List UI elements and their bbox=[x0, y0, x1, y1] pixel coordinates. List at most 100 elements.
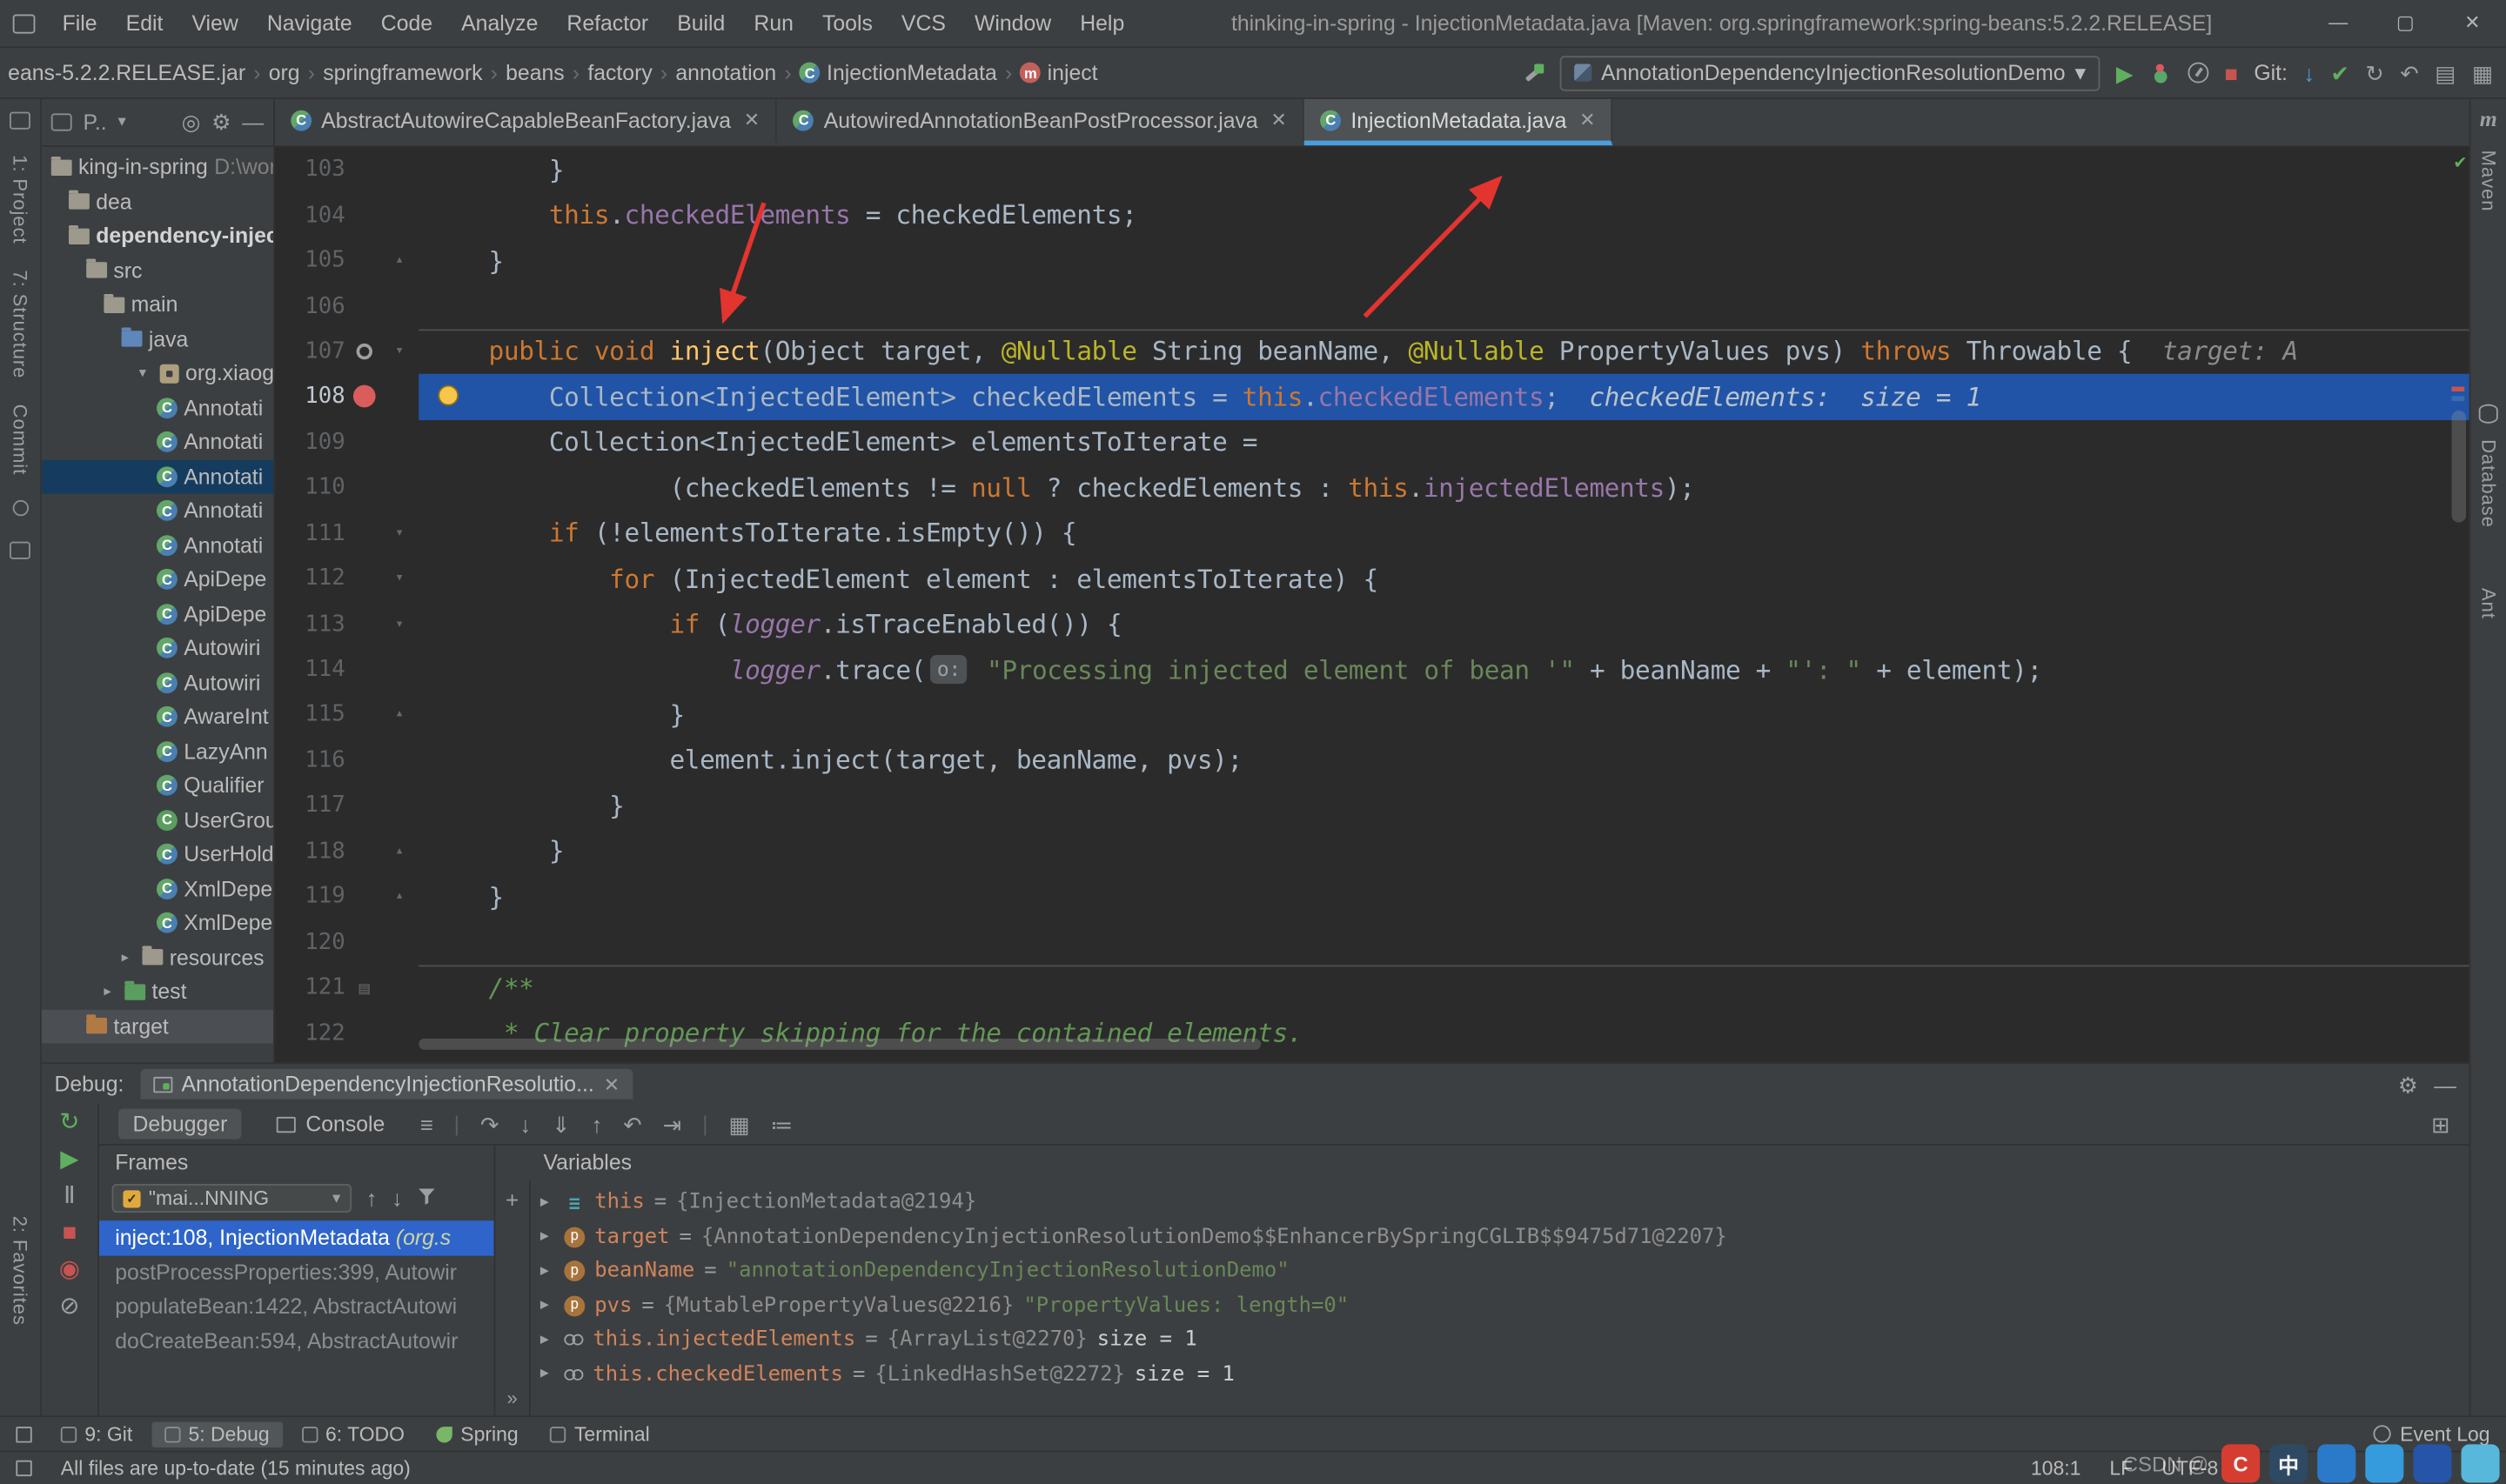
menu-item-view[interactable]: View bbox=[178, 0, 252, 46]
tree-item-king-in-spring[interactable]: king-in-spring D:\wor bbox=[42, 150, 273, 184]
toolwindow-button-ant[interactable]: Ant bbox=[2477, 588, 2500, 619]
close-icon[interactable]: ✕ bbox=[604, 1073, 620, 1095]
mute-breakpoints-icon[interactable]: ⊘ bbox=[59, 1294, 79, 1319]
locate-icon[interactable]: ◎ bbox=[182, 110, 201, 135]
toolwindow-button-5-debug[interactable]: 5: Debug bbox=[151, 1420, 283, 1447]
tree-item-dependency-injection[interactable]: dependency-injection bbox=[42, 219, 273, 253]
toolwindow-button-structure[interactable]: 7: Structure bbox=[9, 270, 31, 378]
gutter[interactable]: 114 bbox=[275, 647, 419, 692]
menu-item-window[interactable]: Window bbox=[960, 0, 1065, 46]
project-view-selector[interactable]: P.. bbox=[84, 110, 107, 135]
breadcrumb-item[interactable]: eans-5.2.2.RELEASE.jar bbox=[3, 61, 251, 85]
fold-down-icon[interactable]: ▾ bbox=[384, 571, 416, 586]
rollback-icon[interactable]: ↶ bbox=[2400, 62, 2419, 84]
caret-position[interactable]: 108:1 bbox=[2031, 1457, 2081, 1480]
menu-item-help[interactable]: Help bbox=[1066, 0, 1139, 46]
breadcrumb-item[interactable]: C InjectionMetadata bbox=[794, 61, 1002, 84]
chevron-down-icon[interactable]: ▾ bbox=[117, 113, 125, 130]
toolwindow-button-project[interactable]: 1: Project bbox=[9, 155, 31, 244]
gutter[interactable]: 104 bbox=[275, 192, 419, 237]
tree-item-apidepe[interactable]: C ApiDepe bbox=[42, 597, 273, 631]
menu-item-file[interactable]: File bbox=[48, 0, 111, 46]
tree-item-autowiri[interactable]: C Autowiri bbox=[42, 665, 273, 699]
gutter[interactable]: 112 ▾ bbox=[275, 556, 419, 601]
frame-up-icon[interactable]: ↑ bbox=[366, 1187, 378, 1210]
tree-item-lazyann[interactable]: C LazyAnn bbox=[42, 734, 273, 768]
tree-item-test[interactable]: ▸ test bbox=[42, 974, 273, 1008]
add-watch-icon[interactable]: + bbox=[506, 1187, 519, 1213]
gutter[interactable]: 111 ▾ bbox=[275, 511, 419, 556]
editor[interactable]: 103 } 104 this. checkedElements = checkedE… bbox=[275, 147, 2469, 1062]
step-over-icon[interactable]: ↷ bbox=[480, 1113, 499, 1135]
tree-item-annotati[interactable]: C Annotati bbox=[42, 425, 273, 459]
vscroll-thumb[interactable] bbox=[2451, 411, 2467, 523]
bookmark-icon[interactable] bbox=[11, 500, 29, 517]
layout-settings-icon[interactable]: ≔ bbox=[771, 1113, 794, 1135]
breakpoint-stripe-mark[interactable] bbox=[2451, 386, 2465, 391]
tree-item-main[interactable]: main bbox=[42, 288, 273, 322]
variable-row[interactable]: ▶ p beanName = "annotationDependencyInject… bbox=[540, 1254, 2469, 1288]
chevron-right-icon[interactable]: ▸ bbox=[122, 949, 137, 966]
collapse-icon[interactable]: — bbox=[242, 110, 264, 135]
toolwindow-button-database[interactable]: Database bbox=[2477, 438, 2500, 527]
fold-down-icon[interactable]: ▾ bbox=[384, 525, 416, 541]
view-breakpoints-icon[interactable]: ◉ bbox=[59, 1257, 80, 1281]
toolwindow-button-9-git[interactable]: 9: Git bbox=[48, 1421, 145, 1447]
menu-item-navigate[interactable]: Navigate bbox=[252, 0, 366, 46]
breadcrumb-item[interactable]: factory bbox=[583, 61, 657, 85]
variable-row[interactable]: ▶ ≡ this = {InjectionMetadata@2194} bbox=[540, 1186, 2469, 1220]
tree-item-awareint[interactable]: C AwareInt bbox=[42, 699, 273, 733]
chevron-down-icon[interactable]: ▾ bbox=[139, 364, 154, 382]
update-project-icon[interactable]: ↓ bbox=[2303, 62, 2315, 84]
stop-icon[interactable]: ■ bbox=[63, 1220, 77, 1245]
step-out-icon[interactable]: ↑ bbox=[592, 1113, 603, 1135]
gutter[interactable]: 122 bbox=[275, 1010, 419, 1055]
more-icon[interactable]: » bbox=[507, 1387, 518, 1409]
history-icon[interactable]: ↻ bbox=[2365, 62, 2384, 84]
toolwindow-switcher-icon[interactable] bbox=[16, 1426, 32, 1442]
execution-stripe-mark[interactable] bbox=[2451, 396, 2465, 402]
gutter[interactable]: 108 bbox=[275, 374, 419, 419]
expand-icon[interactable]: ▶ bbox=[540, 1194, 555, 1210]
menu-item-code[interactable]: Code bbox=[366, 0, 446, 46]
commit-icon[interactable]: ✔ bbox=[2331, 62, 2350, 84]
fold-up-icon[interactable]: ▴ bbox=[384, 889, 416, 905]
frame-down-icon[interactable]: ↓ bbox=[392, 1187, 403, 1210]
hide-windows-icon[interactable]: ▦ bbox=[2472, 62, 2493, 84]
fold-up-icon[interactable]: ▴ bbox=[384, 843, 416, 859]
gutter[interactable]: 110 bbox=[275, 465, 419, 511]
tree-item-userhold[interactable]: C UserHold bbox=[42, 837, 273, 871]
variable-row[interactable]: ▶ this.injectedElements = {ArrayList@2270… bbox=[540, 1323, 2469, 1357]
gutter[interactable]: 115 ▴ bbox=[275, 692, 419, 738]
chevron-right-icon[interactable]: ▸ bbox=[104, 983, 118, 1000]
close-button[interactable]: ✕ bbox=[2439, 0, 2506, 46]
step-into-icon[interactable]: ↓ bbox=[519, 1113, 531, 1135]
gutter[interactable]: 118 ▴ bbox=[275, 828, 419, 873]
tree-item-resources[interactable]: ▸ resources bbox=[42, 940, 273, 974]
layout-icon[interactable]: ▤ bbox=[2435, 62, 2456, 84]
tab-debugger[interactable]: Debugger bbox=[117, 1108, 242, 1140]
gutter[interactable]: 109 bbox=[275, 419, 419, 465]
expand-icon[interactable]: ▶ bbox=[540, 1229, 555, 1245]
gutter[interactable]: 106 bbox=[275, 284, 419, 329]
tree-item-org-xiaoge-t[interactable]: ▾ org.xiaoge.t bbox=[42, 357, 273, 391]
event-log-button[interactable]: Event Log bbox=[2372, 1423, 2490, 1445]
tree-item-src[interactable]: src bbox=[42, 253, 273, 287]
settings-menu-icon[interactable]: ≡ bbox=[420, 1113, 433, 1135]
toolwindow-button-spring[interactable]: Spring bbox=[424, 1421, 531, 1447]
menu-item-tools[interactable]: Tools bbox=[807, 0, 887, 46]
gutter[interactable]: 105 ▴ bbox=[275, 237, 419, 283]
editor-tab[interactable]: C InjectionMetadata.java ✕ bbox=[1304, 98, 1613, 146]
tree-item-annotati[interactable]: C Annotati bbox=[42, 494, 273, 528]
tree-item-java[interactable]: java bbox=[42, 322, 273, 356]
gutter[interactable]: 117 bbox=[275, 783, 419, 828]
gutter[interactable]: 119 ▴ bbox=[275, 874, 419, 919]
thread-selector[interactable]: ✓ "mai...NNING ▾ bbox=[111, 1183, 352, 1213]
frame-row[interactable]: inject:108, InjectionMetadata (org.s bbox=[98, 1220, 494, 1255]
frame-row[interactable]: doCreateBean:594, AbstractAutowir bbox=[99, 1324, 494, 1358]
menu-item-analyze[interactable]: Analyze bbox=[447, 0, 553, 46]
expand-icon[interactable]: ▶ bbox=[540, 1263, 555, 1279]
minimize-button[interactable]: — bbox=[2305, 0, 2372, 46]
run-icon[interactable]: ▶ bbox=[2116, 62, 2134, 84]
stop-icon[interactable]: ■ bbox=[2224, 62, 2238, 84]
